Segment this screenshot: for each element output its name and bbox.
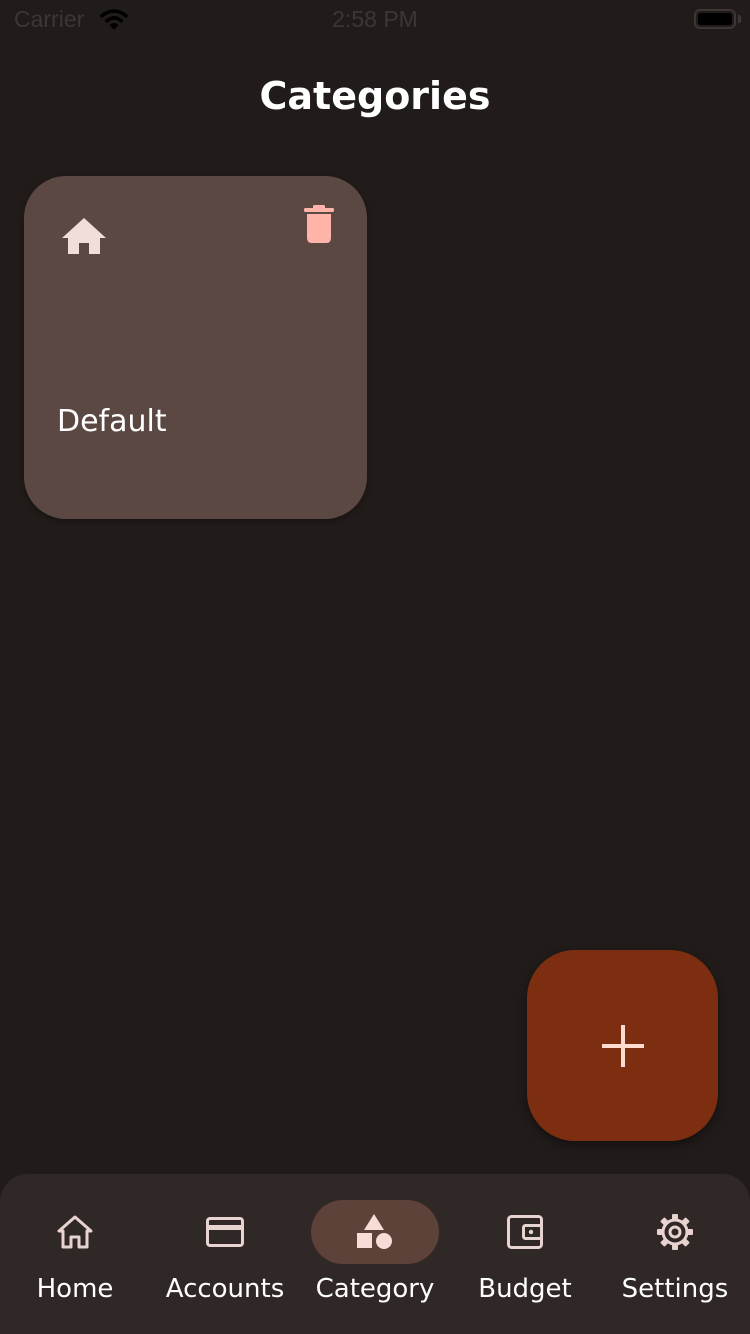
battery-icon xyxy=(694,9,736,29)
nav-item-home[interactable]: Home xyxy=(0,1174,150,1334)
wallet-icon xyxy=(507,1215,543,1249)
trash-icon xyxy=(304,205,334,243)
status-bar: Carrier 2:58 PM xyxy=(0,0,750,40)
category-name: Default xyxy=(57,404,167,439)
nav-item-settings[interactable]: Settings xyxy=(600,1174,750,1334)
home-icon xyxy=(62,218,106,254)
nav-label: Home xyxy=(36,1274,114,1304)
battery-tip xyxy=(738,15,741,23)
clock: 2:58 PM xyxy=(332,6,418,32)
nav-label: Accounts xyxy=(165,1274,285,1304)
page-title: Categories xyxy=(259,74,491,118)
shapes-icon xyxy=(357,1214,392,1249)
nav-item-budget[interactable]: Budget xyxy=(450,1174,600,1334)
delete-category-button[interactable] xyxy=(297,202,341,246)
home-outline-icon xyxy=(57,1215,93,1249)
gear-icon xyxy=(657,1214,693,1250)
nav-item-accounts[interactable]: Accounts xyxy=(150,1174,300,1334)
add-category-button[interactable] xyxy=(527,950,718,1141)
bottom-navigation: Home Accounts Category Budget Settings xyxy=(0,1174,750,1334)
nav-item-category[interactable]: Category xyxy=(300,1174,450,1334)
plus-icon xyxy=(601,1024,644,1067)
nav-label: Budget xyxy=(478,1274,572,1304)
nav-label: Settings xyxy=(621,1274,729,1304)
credit-card-icon xyxy=(206,1217,244,1247)
nav-label: Category xyxy=(315,1274,435,1304)
